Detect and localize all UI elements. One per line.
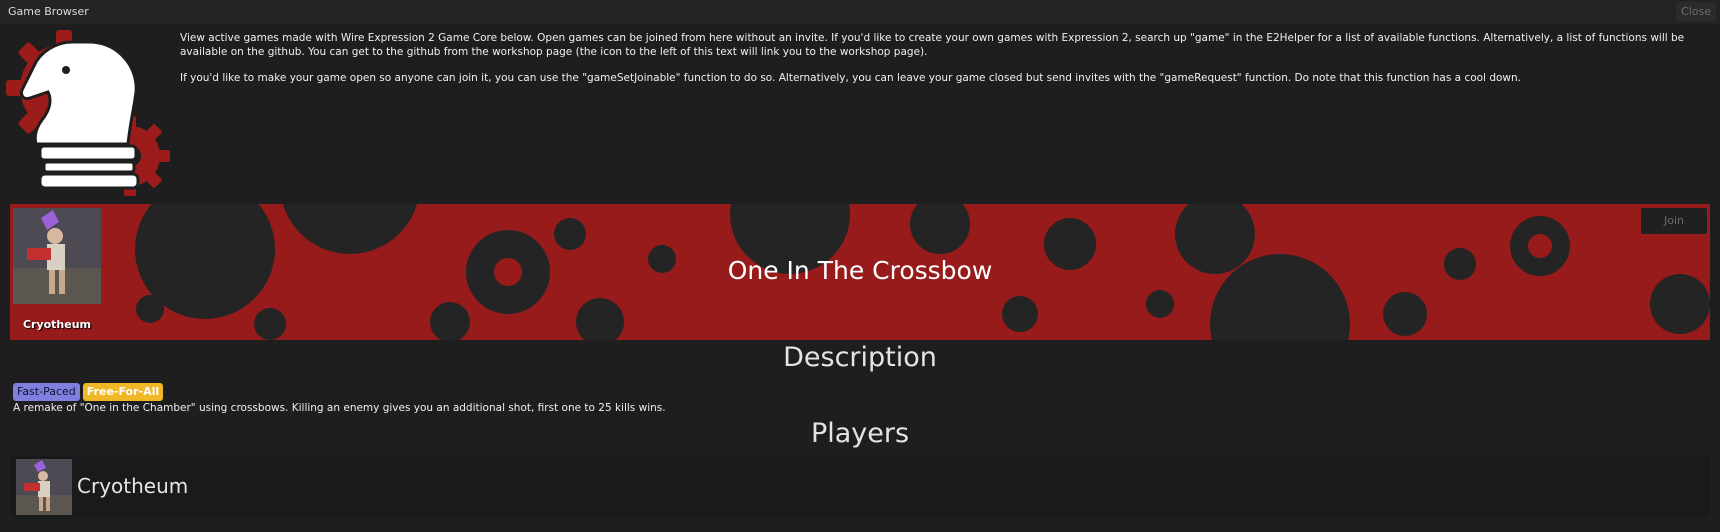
player-avatar-icon	[16, 459, 72, 515]
game-description: A remake of "One in the Chamber" using c…	[13, 402, 666, 414]
description-heading: Description	[783, 342, 937, 373]
close-button[interactable]: Close	[1676, 2, 1716, 22]
workshop-logo-icon[interactable]	[2, 28, 172, 196]
player-row[interactable]: Cryotheum	[10, 455, 1710, 517]
tag-fast-paced: Fast-Paced	[13, 383, 80, 401]
intro-paragraph-2: If you'd like to make your game open so …	[180, 72, 1521, 84]
window-title: Game Browser	[8, 5, 89, 18]
player-name: Cryotheum	[77, 474, 189, 498]
game-card: Cryotheum One In The Crossbow Join	[10, 204, 1710, 340]
game-tags: Fast-Paced Free-For-All	[13, 380, 166, 401]
tag-free-for-all: Free-For-All	[82, 383, 164, 401]
host-name: Cryotheum	[22, 318, 92, 331]
players-heading: Players	[810, 418, 910, 449]
intro-paragraph-1: View active games made with Wire Express…	[180, 32, 1685, 58]
window-titlebar: Game Browser Close	[0, 0, 1720, 24]
join-button[interactable]: Join	[1641, 208, 1707, 234]
browser-header: View active games made with Wire Express…	[0, 24, 1720, 200]
intro-text: View active games made with Wire Express…	[180, 32, 1710, 99]
game-title: One In The Crossbow	[727, 256, 993, 285]
